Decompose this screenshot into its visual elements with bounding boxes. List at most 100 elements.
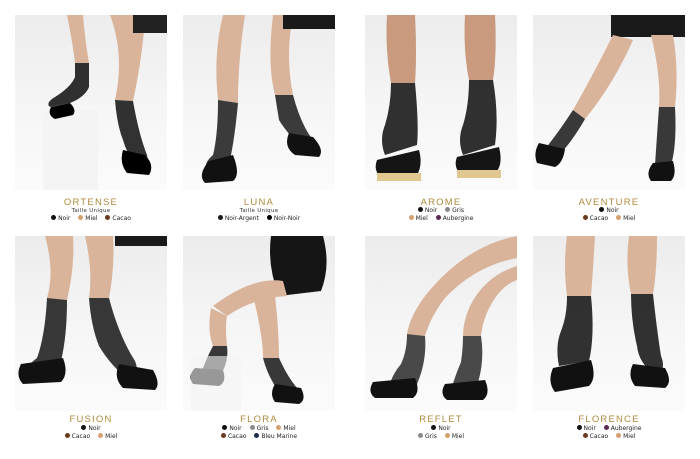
color-swatch-icon — [582, 433, 588, 438]
color-row: Noir — [533, 207, 685, 215]
color-options: Noir Miel Cacao — [15, 215, 167, 223]
product-name: ORTENSE — [63, 197, 119, 208]
product-name: FLORA — [240, 414, 278, 425]
color-swatch-icon — [78, 215, 84, 220]
color-swatch-icon — [444, 433, 450, 438]
color-options: Noir Aubergine Cacao Miel — [533, 425, 685, 441]
color-option-miel[interactable]: Miel — [98, 433, 117, 441]
color-option-noir[interactable]: Noir — [81, 425, 101, 433]
sock-illustration — [370, 236, 517, 400]
color-row: Noir — [365, 425, 517, 433]
color-swatch-icon — [105, 215, 111, 220]
color-swatch-icon — [222, 425, 228, 430]
color-swatch-icon — [217, 215, 223, 220]
color-option-aubergine[interactable]: Aubergine — [435, 215, 473, 223]
color-option-cacao[interactable]: Cacao — [105, 215, 131, 223]
product-photo — [15, 236, 167, 411]
product-name: REFLET — [419, 414, 463, 425]
color-option-cacao[interactable]: Cacao — [582, 215, 608, 223]
sock-illustration — [190, 236, 327, 411]
color-swatch-icon — [582, 215, 588, 220]
product-name: FUSION — [69, 414, 113, 425]
color-row: Cacao Bleu Marine — [183, 433, 335, 441]
color-swatch-icon — [276, 425, 282, 430]
color-swatch-icon — [254, 433, 260, 438]
color-option-noir[interactable]: Noir — [431, 425, 451, 433]
sock-illustration — [43, 15, 167, 190]
color-swatch-icon — [599, 207, 605, 212]
color-option-miel[interactable]: Miel — [616, 215, 635, 223]
color-option-miel[interactable]: Miel — [78, 215, 97, 223]
color-swatch-icon — [249, 425, 255, 430]
color-swatch-icon — [417, 433, 423, 438]
color-row: Noir Gris Miel — [183, 425, 335, 433]
color-option-cacao[interactable]: Cacao — [582, 433, 608, 441]
color-row: Noir Aubergine — [533, 425, 685, 433]
color-row: Noir-Argent Noir-Noir — [183, 215, 335, 223]
product-name: LUNA — [243, 197, 275, 208]
color-row: Noir — [15, 425, 167, 433]
color-options: Noir Gris Miel Aubergine — [365, 207, 517, 223]
color-swatch-icon — [616, 215, 622, 220]
color-row: Noir Gris — [365, 207, 517, 215]
color-option-miel[interactable]: Miel — [444, 433, 464, 441]
color-swatch-icon — [417, 207, 423, 212]
sock-illustration — [550, 236, 669, 392]
sock-illustration — [375, 15, 501, 181]
color-swatch-icon — [603, 425, 609, 430]
color-option-noir-noir[interactable]: Noir-Noir — [266, 215, 300, 223]
color-option-miel[interactable]: Miel — [616, 433, 635, 441]
color-swatch-icon — [576, 425, 582, 430]
color-option-miel[interactable]: Miel — [276, 425, 296, 433]
color-swatch-icon — [616, 433, 622, 438]
color-options: Noir-Argent Noir-Noir — [183, 215, 335, 223]
color-swatch-icon — [431, 425, 437, 430]
color-swatch-icon — [445, 207, 451, 212]
sock-illustration — [201, 15, 335, 183]
color-options: Noir Cacao Miel — [15, 425, 167, 441]
sock-illustration — [535, 15, 685, 181]
product-photo — [15, 15, 167, 190]
color-swatch-icon — [220, 433, 226, 438]
color-swatch-icon — [64, 433, 70, 438]
color-option-cacao[interactable]: Cacao — [64, 433, 90, 441]
color-swatch-icon — [435, 215, 441, 220]
color-option-bleu-marine[interactable]: Bleu Marine — [254, 433, 297, 441]
color-row: Noir Miel Cacao — [15, 215, 167, 223]
product-photo — [533, 236, 685, 411]
color-options: Noir Gris Miel — [365, 425, 517, 441]
color-swatch-icon — [98, 433, 104, 438]
color-option-gris[interactable]: Gris — [249, 425, 269, 433]
color-option-noir[interactable]: Noir — [417, 207, 437, 215]
color-option-aubergine[interactable]: Aubergine — [603, 425, 641, 433]
color-option-noir[interactable]: Noir — [599, 207, 619, 215]
product-photo — [183, 236, 335, 411]
color-swatch-icon — [408, 215, 414, 220]
color-row: Gris Miel — [365, 433, 517, 441]
product-photo — [533, 15, 685, 190]
color-swatch-icon — [51, 215, 57, 220]
color-swatch-icon — [266, 215, 272, 220]
product-photo — [365, 236, 517, 411]
product-size: Taille Unique — [239, 208, 279, 214]
color-options: Noir Gris Miel Cacao Bleu Marine — [183, 425, 335, 441]
product-size: Taille Unique — [71, 208, 111, 214]
color-option-gris[interactable]: Gris — [445, 207, 464, 215]
color-option-gris[interactable]: Gris — [417, 433, 437, 441]
color-row: Cacao Miel — [533, 433, 685, 441]
color-swatch-icon — [81, 425, 87, 430]
color-options: Noir Cacao Miel — [533, 207, 685, 223]
color-row: Cacao Miel — [15, 433, 167, 441]
color-option-noir[interactable]: Noir — [222, 425, 242, 433]
sock-illustration — [18, 236, 167, 390]
product-photo — [183, 15, 335, 190]
color-row: Cacao Miel — [533, 215, 685, 223]
color-option-cacao[interactable]: Cacao — [220, 433, 246, 441]
color-option-noir[interactable]: Noir — [576, 425, 596, 433]
product-name: FLORENCE — [578, 414, 640, 425]
color-option-noir-argent[interactable]: Noir-Argent — [217, 215, 259, 223]
color-row: Miel Aubergine — [365, 215, 517, 223]
color-option-noir[interactable]: Noir — [51, 215, 70, 223]
product-photo — [365, 15, 517, 190]
color-option-miel[interactable]: Miel — [408, 215, 428, 223]
